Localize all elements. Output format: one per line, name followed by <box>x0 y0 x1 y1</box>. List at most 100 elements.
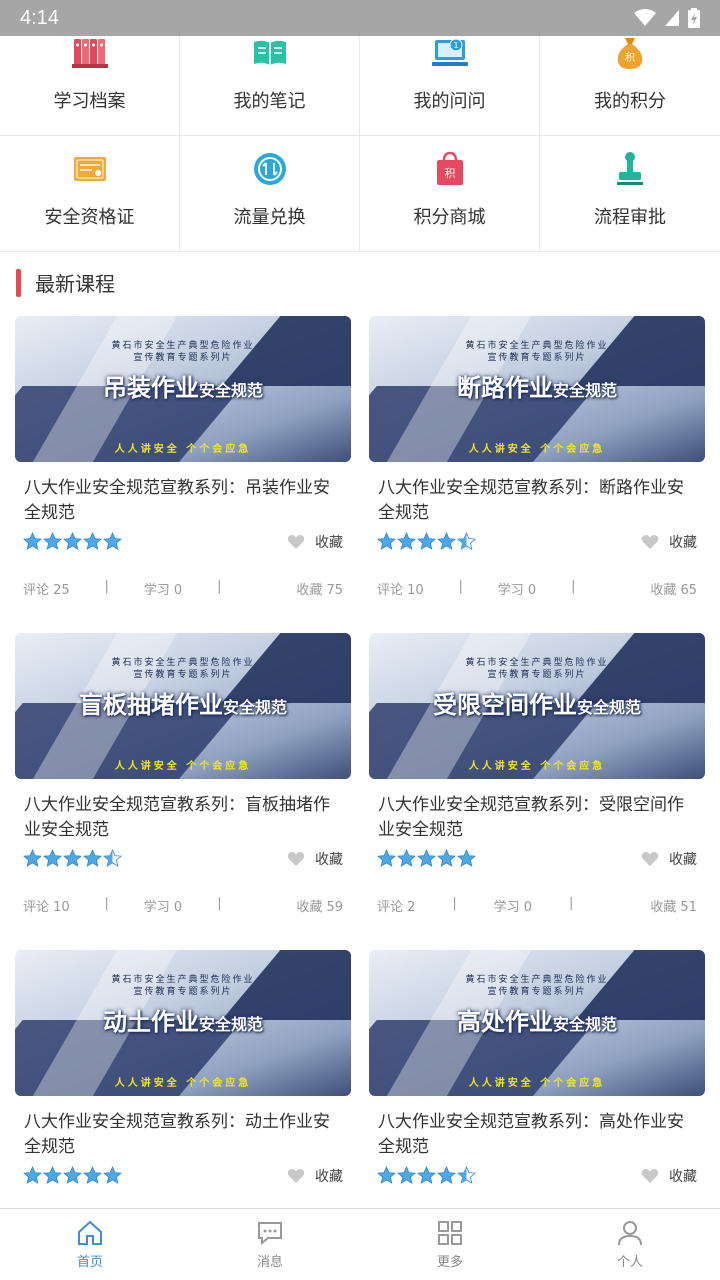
star-icon <box>417 849 436 867</box>
favorite-button[interactable]: 收藏 <box>641 849 697 869</box>
course-rating <box>377 849 476 868</box>
favorite-count: 收藏 75 <box>296 583 343 598</box>
favorite-button[interactable]: 收藏 <box>287 849 343 869</box>
thumbnail-slogan: 人人讲安全 个个会应急 <box>468 444 606 455</box>
heart-icon <box>287 535 305 549</box>
feature-grid-row: 安全资格证 流量兑换 积 积分商城 流程审批 <box>0 136 720 252</box>
tab-home[interactable]: 首页 <box>0 1209 180 1280</box>
feature-safety-certificate[interactable]: 安全资格证 <box>0 136 180 251</box>
message-icon <box>258 1222 282 1246</box>
stamp-icon <box>610 149 650 189</box>
favorite-count: 收藏 59 <box>296 900 343 915</box>
person-icon <box>618 1221 642 1246</box>
course-stats: 评论 10 | 学习 0 | 收藏 59 <box>23 896 343 915</box>
course-thumbnail[interactable]: 黄石市安全生产典型危险作业 宣传教育专题系列片 动土作业安全规范 人人讲安全 个… <box>15 950 351 1096</box>
course-title[interactable]: 八大作业安全规范宣教系列：受限空间作业安全规范 <box>378 793 700 843</box>
course-card[interactable]: 黄石市安全生产典型危险作业 宣传教育专题系列片 盲板抽堵作业安全规范 人人讲安全… <box>15 633 351 950</box>
star-icon <box>103 532 122 550</box>
course-title[interactable]: 八大作业安全规范宣教系列：吊装作业安全规范 <box>24 476 346 526</box>
star-icon <box>457 532 476 550</box>
course-card[interactable]: 黄石市安全生产典型危险作业 宣传教育专题系列片 吊装作业安全规范 人人讲安全 个… <box>15 316 351 633</box>
tab-messages[interactable]: 消息 <box>180 1209 360 1280</box>
feature-process-approval[interactable]: 流程审批 <box>540 136 720 251</box>
tab-label: 更多 <box>436 1255 463 1270</box>
star-icon <box>377 532 396 550</box>
comment-count: 评论 10 <box>23 900 70 915</box>
favorite-button[interactable]: 收藏 <box>641 532 697 552</box>
feature-points-mall[interactable]: 积 积分商城 <box>360 136 540 251</box>
favorite-label: 收藏 <box>315 1169 343 1185</box>
favorite-label: 收藏 <box>669 1169 697 1185</box>
section-accent-bar <box>16 268 21 297</box>
divider: | <box>104 896 109 911</box>
course-card[interactable]: 黄石市安全生产典型危险作业 宣传教育专题系列片 动土作业安全规范 人人讲安全 个… <box>15 950 351 1208</box>
course-thumbnail[interactable]: 黄石市安全生产典型危险作业 宣传教育专题系列片 盲板抽堵作业安全规范 人人讲安全… <box>15 633 351 779</box>
favorite-label: 收藏 <box>315 535 343 551</box>
thumbnail-subtitle: 宣传教育专题系列片 <box>133 670 233 680</box>
course-rating <box>377 1166 476 1185</box>
svg-text:积: 积 <box>444 167 455 180</box>
feature-label: 我的积分 <box>594 91 666 112</box>
tab-label: 首页 <box>76 1255 103 1270</box>
feature-my-points[interactable]: 积 我的积分 <box>540 20 720 135</box>
thumbnail-title: 吊装作业安全规范 <box>102 374 263 402</box>
tab-label: 消息 <box>256 1255 283 1270</box>
divider: | <box>217 896 222 911</box>
feature-study-archive[interactable]: 学习档案 <box>0 20 180 135</box>
feature-label: 我的问问 <box>413 91 486 112</box>
svg-text:积: 积 <box>625 52 635 64</box>
star-icon <box>63 532 82 550</box>
course-rating <box>377 532 476 551</box>
divider: | <box>217 579 222 594</box>
star-icon <box>377 849 396 867</box>
favorite-count: 收藏 51 <box>650 900 697 915</box>
thumbnail-slogan: 人人讲安全 个个会应急 <box>114 444 252 455</box>
thumbnail-subtitle: 宣传教育专题系列片 <box>487 987 587 997</box>
tab-more[interactable]: 更多 <box>360 1209 540 1280</box>
star-icon <box>23 849 42 867</box>
star-icon <box>83 532 102 550</box>
feature-label: 学习档案 <box>53 91 126 112</box>
feature-my-questions[interactable]: 1 我的问问 <box>360 20 540 135</box>
feature-grid-row: 学习档案 我的笔记 1 我的问问 积 我的积分 <box>0 20 720 136</box>
favorite-button[interactable]: 收藏 <box>641 1166 697 1186</box>
money-bag-icon: 积 <box>610 33 650 73</box>
thumbnail-title: 受限空间作业安全规范 <box>432 691 641 719</box>
course-title[interactable]: 八大作业安全规范宣教系列：盲板抽堵作业安全规范 <box>24 793 346 843</box>
favorite-button[interactable]: 收藏 <box>287 532 343 552</box>
feature-traffic-exchange[interactable]: 流量兑换 <box>180 136 360 251</box>
course-thumbnail[interactable]: 黄石市安全生产典型危险作业 宣传教育专题系列片 吊装作业安全规范 人人讲安全 个… <box>15 316 351 462</box>
course-thumbnail[interactable]: 黄石市安全生产典型危险作业 宣传教育专题系列片 受限空间作业安全规范 人人讲安全… <box>369 633 705 779</box>
thumbnail-title: 动土作业安全规范 <box>102 1008 263 1036</box>
feature-my-notes[interactable]: 我的笔记 <box>180 20 360 135</box>
course-rating <box>23 1166 122 1185</box>
thumbnail-title: 断路作业安全规范 <box>456 374 617 402</box>
thumbnail-subtitle: 宣传教育专题系列片 <box>487 353 587 363</box>
star-icon <box>417 1166 436 1184</box>
star-icon <box>23 1166 42 1184</box>
course-title[interactable]: 八大作业安全规范宣教系列：动土作业安全规范 <box>24 1110 346 1160</box>
comment-count: 评论 10 <box>377 583 424 598</box>
star-icon <box>103 849 122 867</box>
star-icon <box>437 1166 456 1184</box>
star-icon <box>103 1166 122 1184</box>
comment-count: 评论 2 <box>377 900 416 915</box>
tab-profile[interactable]: 个人 <box>540 1209 720 1280</box>
favorite-button[interactable]: 收藏 <box>287 1166 343 1186</box>
computer-question-icon: 1 <box>430 33 470 73</box>
course-title[interactable]: 八大作业安全规范宣教系列：高处作业安全规范 <box>378 1110 700 1160</box>
star-icon <box>43 849 62 867</box>
heart-icon <box>641 852 659 866</box>
exchange-icon <box>250 149 290 189</box>
study-count: 学习 0 <box>493 900 533 915</box>
certificate-icon <box>70 149 110 189</box>
course-thumbnail[interactable]: 黄石市安全生产典型危险作业 宣传教育专题系列片 高处作业安全规范 人人讲安全 个… <box>369 950 705 1096</box>
course-card[interactable]: 黄石市安全生产典型危险作业 宣传教育专题系列片 高处作业安全规范 人人讲安全 个… <box>369 950 705 1208</box>
section-title: 最新课程 <box>35 272 115 296</box>
course-card[interactable]: 黄石市安全生产典型危险作业 宣传教育专题系列片 断路作业安全规范 人人讲安全 个… <box>369 316 705 633</box>
tab-label: 个人 <box>616 1255 643 1270</box>
battery-icon <box>688 8 700 28</box>
course-card[interactable]: 黄石市安全生产典型危险作业 宣传教育专题系列片 受限空间作业安全规范 人人讲安全… <box>369 633 705 950</box>
course-title[interactable]: 八大作业安全规范宣教系列：断路作业安全规范 <box>378 476 700 526</box>
course-thumbnail[interactable]: 黄石市安全生产典型危险作业 宣传教育专题系列片 断路作业安全规范 人人讲安全 个… <box>369 316 705 462</box>
